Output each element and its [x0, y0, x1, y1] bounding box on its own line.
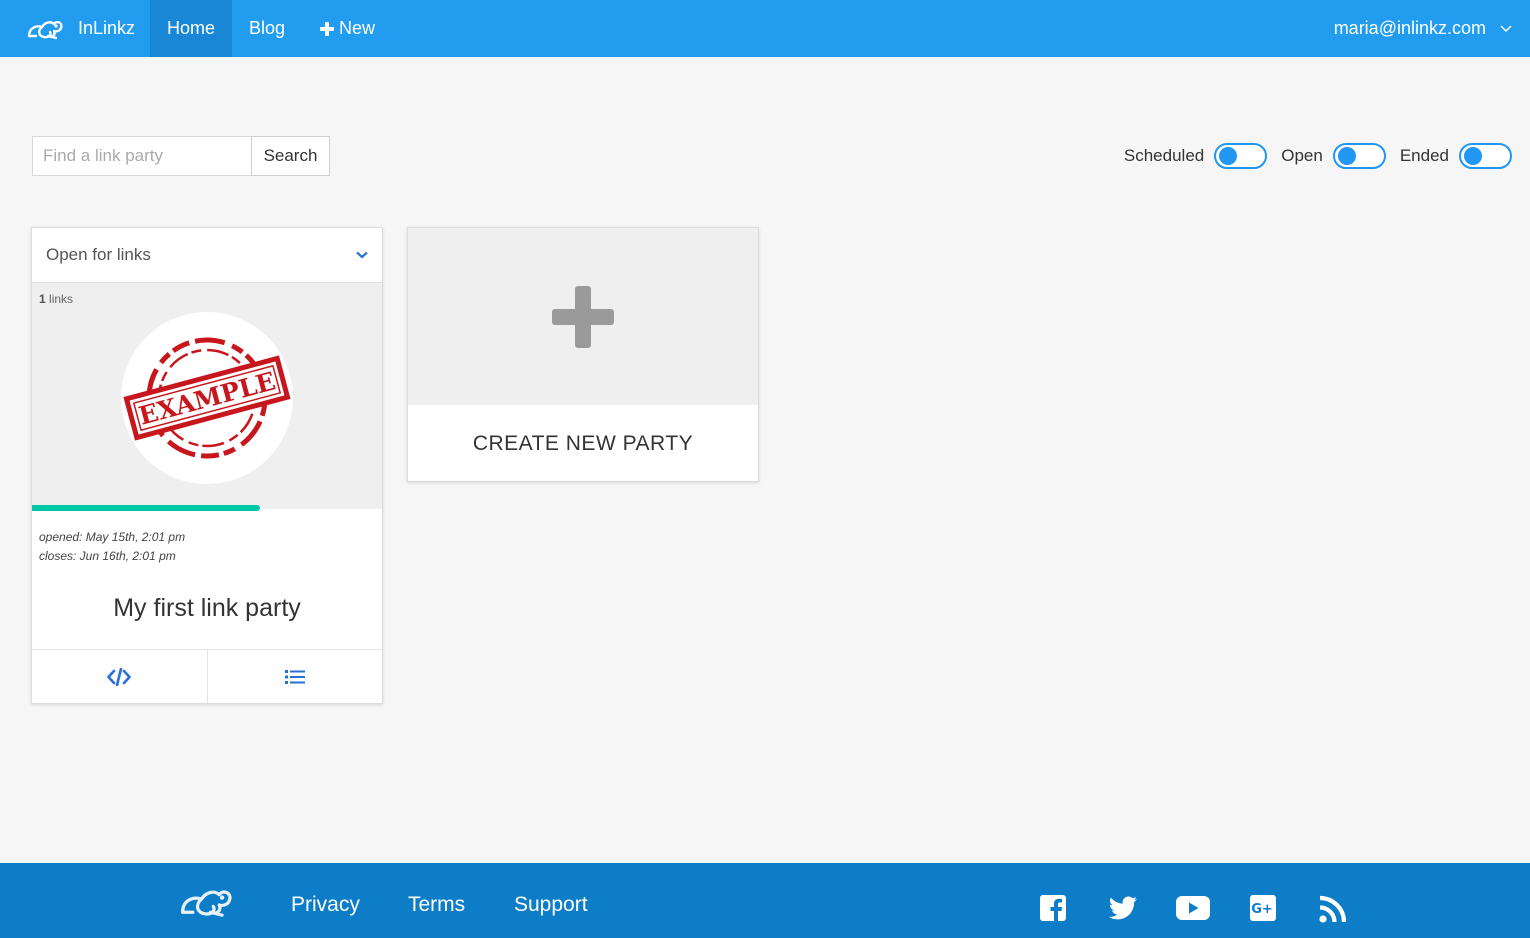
- footer-link-support[interactable]: Support: [514, 893, 588, 917]
- facebook-link[interactable]: [1040, 895, 1066, 926]
- user-menu[interactable]: maria@inlinkz.com: [1334, 0, 1512, 57]
- plus-icon: [320, 21, 335, 36]
- search-bar: Search: [32, 136, 330, 176]
- list-icon: [284, 669, 305, 684]
- filter-ended: Ended: [1400, 143, 1512, 169]
- filter-open-label: Open: [1281, 146, 1323, 165]
- footer: Privacy Terms Support G+: [0, 863, 1530, 938]
- google-plus-icon: G+: [1250, 895, 1276, 921]
- filter-open: Open: [1281, 143, 1386, 169]
- rss-link[interactable]: [1319, 895, 1347, 928]
- nav-new-label: New: [339, 18, 376, 38]
- create-party-thumbnail: [408, 228, 758, 405]
- party-status-select[interactable]: Open for links: [32, 228, 382, 283]
- rss-icon: [1319, 895, 1347, 923]
- link-count-label: links: [49, 292, 74, 306]
- party-progress-fill: [32, 505, 260, 511]
- footer-link-terms[interactable]: Terms: [408, 893, 465, 917]
- youtube-icon: [1176, 896, 1210, 920]
- link-count: 1 links: [39, 292, 73, 306]
- brand-name: InLinkz: [78, 18, 136, 38]
- chevron-down-icon: [1500, 24, 1512, 32]
- entries-list-button[interactable]: [206, 650, 383, 703]
- search-input[interactable]: [32, 136, 251, 176]
- top-navbar: InLinkz Home Blog New maria@inlinkz.com: [0, 0, 1530, 57]
- party-thumbnail[interactable]: 1 links EXAMPLE: [32, 283, 382, 511]
- filter-ended-toggle[interactable]: [1459, 143, 1512, 169]
- footer-link-privacy[interactable]: Privacy: [291, 893, 360, 917]
- filter-ended-label: Ended: [1399, 146, 1449, 165]
- brand-logo[interactable]: InLinkz: [0, 0, 150, 57]
- code-icon: [107, 667, 132, 686]
- example-stamp-image: EXAMPLE: [121, 312, 293, 484]
- nav-blog[interactable]: Blog: [232, 0, 302, 57]
- embed-code-button[interactable]: [32, 650, 207, 703]
- create-party-label: CREATE NEW PARTY: [472, 432, 694, 455]
- frog-logo-icon: [181, 890, 232, 917]
- nav-home-label: Home: [167, 18, 216, 38]
- google-plus-link[interactable]: G+: [1250, 895, 1276, 926]
- user-email: maria@inlinkz.com: [1333, 18, 1486, 38]
- footer-logo[interactable]: [178, 883, 234, 926]
- svg-text:G+: G+: [1251, 902, 1273, 917]
- filter-scheduled-toggle[interactable]: [1214, 143, 1268, 169]
- plus-icon: [552, 285, 614, 348]
- nav-blog-label: Blog: [249, 18, 286, 38]
- create-party-card[interactable]: CREATE NEW PARTY: [407, 227, 759, 482]
- party-status-value: Open for links: [46, 245, 151, 264]
- filter-open-toggle[interactable]: [1332, 143, 1386, 169]
- opened-date: opened: May 15th, 2:01 pm: [39, 530, 186, 544]
- party-dates: opened: May 15th, 2:01 pm closes: Jun 16…: [32, 509, 382, 566]
- frog-logo-icon: [27, 20, 63, 39]
- party-card: Open for links 1 links EXAMPLE opened: M…: [31, 227, 383, 704]
- nav-home[interactable]: Home: [150, 0, 233, 57]
- chevron-down-icon: [356, 251, 368, 259]
- filter-scheduled-label: Scheduled: [1123, 146, 1205, 165]
- status-filters: Scheduled Open Ended: [1110, 143, 1512, 169]
- nav-new[interactable]: New: [302, 0, 392, 57]
- youtube-link[interactable]: [1176, 896, 1210, 925]
- closes-date: closes: Jun 16th, 2:01 pm: [39, 549, 176, 563]
- twitter-link[interactable]: [1108, 896, 1138, 925]
- party-title[interactable]: My first link party: [32, 594, 382, 656]
- facebook-icon: [1040, 895, 1066, 921]
- party-progress-bar: [32, 505, 382, 513]
- search-button[interactable]: Search: [251, 136, 330, 176]
- filter-scheduled: Scheduled: [1123, 143, 1268, 169]
- twitter-icon: [1108, 896, 1137, 920]
- link-count-value: 1: [39, 292, 46, 306]
- party-actions: [32, 649, 382, 703]
